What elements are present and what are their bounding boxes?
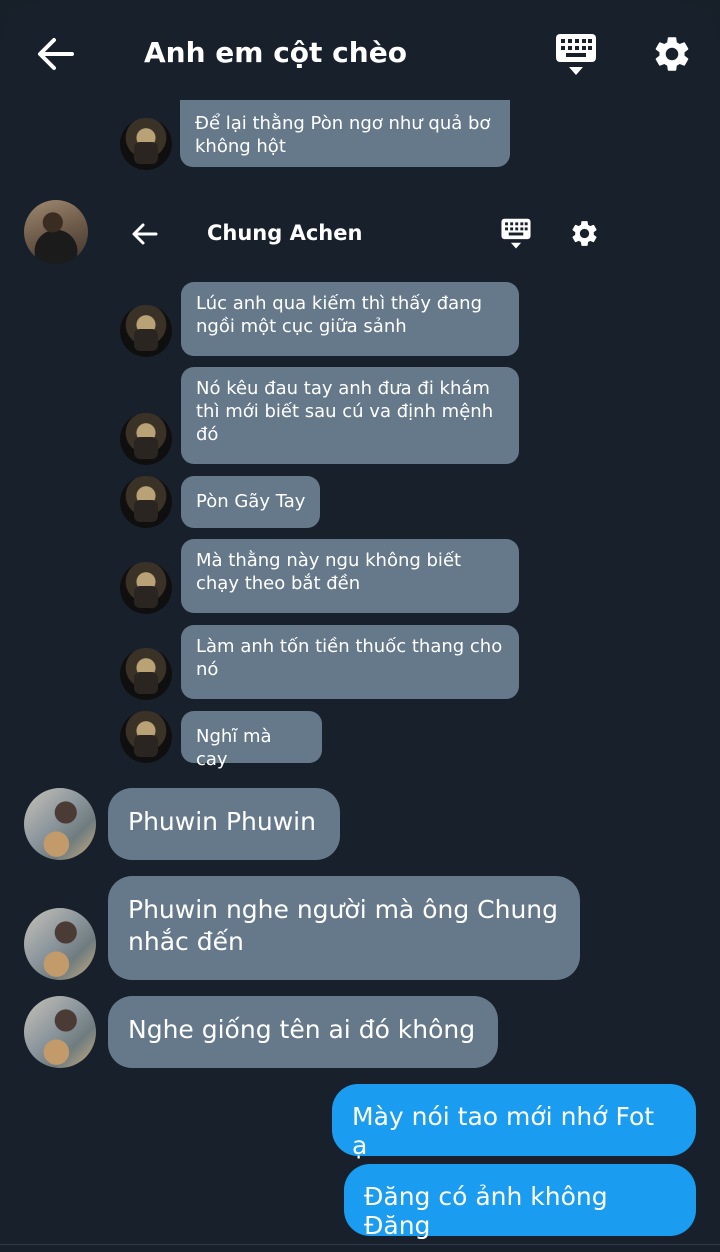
- chat-title: Anh em cột chèo: [144, 36, 407, 69]
- message-bubble[interactable]: Pòn Gãy Tay: [181, 476, 320, 528]
- avatar[interactable]: [120, 305, 172, 357]
- avatar[interactable]: [24, 788, 96, 860]
- avatar[interactable]: [120, 562, 172, 614]
- settings-button[interactable]: [651, 33, 693, 75]
- message-bubble[interactable]: Làm anh tốn tiền thuốc thang cho nó: [181, 625, 519, 699]
- message-bubble[interactable]: Nó kêu đau tay anh đưa đi khám thì mới b…: [181, 367, 519, 464]
- message-bubble[interactable]: Phuwin Phuwin: [108, 788, 340, 860]
- avatar[interactable]: [120, 413, 172, 465]
- avatar[interactable]: [24, 200, 88, 264]
- arrow-left-icon: [132, 223, 158, 245]
- gear-icon: [572, 221, 597, 246]
- keyboard-button[interactable]: [554, 32, 598, 78]
- bottom-divider: [0, 1244, 720, 1245]
- avatar[interactable]: [120, 118, 172, 170]
- message-bubble[interactable]: Phuwin nghe người mà ông Chung nhắc đến: [108, 876, 580, 980]
- back-button[interactable]: [34, 34, 78, 74]
- avatar[interactable]: [24, 908, 96, 980]
- message-bubble[interactable]: Nghĩ mà cay: [181, 711, 322, 770]
- gear-icon: [655, 37, 689, 71]
- arrow-left-icon: [38, 38, 74, 70]
- message-bubble[interactable]: Nghe giống tên ai đó không: [108, 996, 498, 1068]
- avatar[interactable]: [120, 648, 172, 700]
- avatar[interactable]: [24, 996, 96, 1068]
- chat-screen: Anh em cột chèo Để lại thằng Pòn ngơ như…: [0, 0, 720, 1252]
- message-bubble[interactable]: Lúc anh qua kiếm thì thấy đang ngồi một …: [181, 282, 519, 356]
- message-bubble[interactable]: Mà thằng này ngu không biết chạy theo bắ…: [181, 539, 519, 613]
- my-message-bubble[interactable]: Đăng có ảnh không Đăng: [344, 1164, 696, 1240]
- keyboard-icon: [556, 34, 596, 75]
- inner-back-button[interactable]: [130, 220, 160, 248]
- avatar[interactable]: [120, 476, 172, 528]
- keyboard-icon: [501, 218, 531, 249]
- message-bubble[interactable]: Để lại thằng Pòn ngơ như quả bơ không hộ…: [180, 100, 510, 167]
- avatar[interactable]: [120, 711, 172, 763]
- inner-settings-button[interactable]: [569, 218, 600, 249]
- inner-chat-title: Chung Achen: [207, 221, 363, 245]
- inner-keyboard-button[interactable]: [500, 217, 532, 251]
- my-message-bubble[interactable]: Mày nói tao mới nhớ Fot ạ: [332, 1084, 696, 1160]
